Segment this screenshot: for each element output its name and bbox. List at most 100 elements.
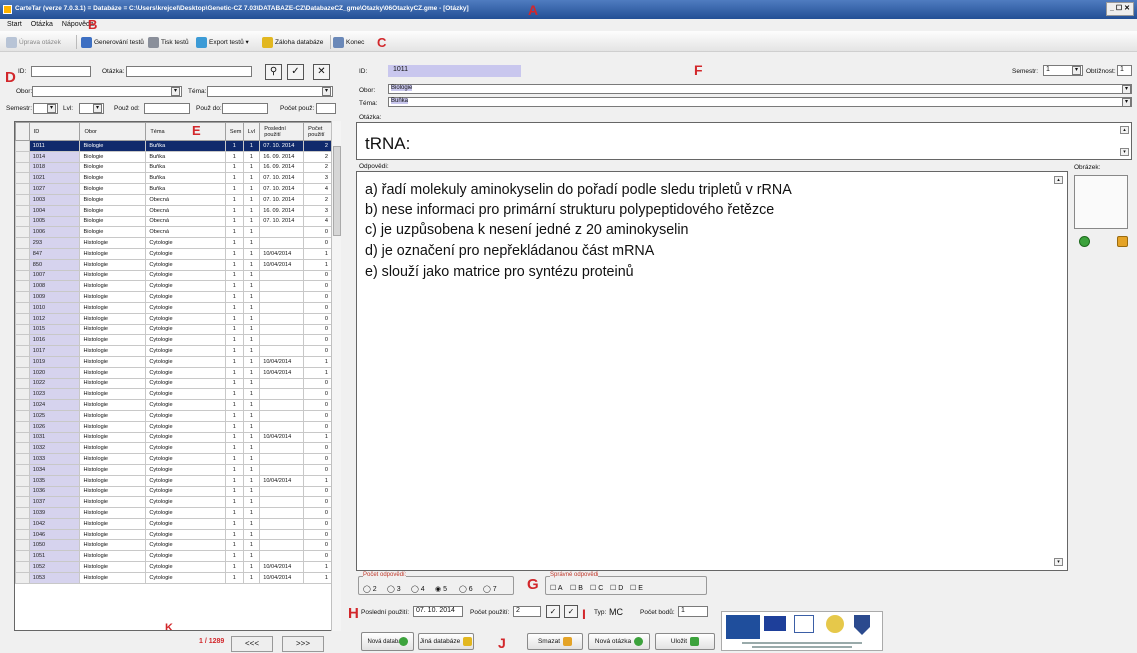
table-row[interactable]: 1007 Histologie Cytologie 1 1 0	[15, 269, 333, 282]
table-row[interactable]: 1039 Histologie Cytologie 1 1 0	[15, 507, 333, 519]
edit-questions-button[interactable]: Úprava otázek	[6, 36, 61, 48]
row-selector[interactable]	[15, 323, 30, 336]
scroll-down-icon[interactable]: ▾	[1054, 558, 1063, 566]
question-textarea[interactable]: tRNA: ▴ ▾	[356, 122, 1132, 160]
row-selector[interactable]	[15, 571, 30, 584]
row-selector[interactable]	[15, 258, 30, 271]
row-selector[interactable]	[15, 312, 30, 325]
chevron-down-icon[interactable]: ▾	[47, 104, 56, 113]
filter-usage-count-input[interactable]	[316, 103, 336, 114]
answers-textarea[interactable]: a) řadí molekuly aminokyselin do pořadí …	[356, 171, 1068, 571]
table-row[interactable]: 1035 Histologie Cytologie 1 1 10/04/2014 1	[15, 474, 333, 487]
table-row[interactable]: 1008 Histologie Cytologie 1 1 0	[15, 280, 333, 293]
row-selector[interactable]	[15, 377, 30, 390]
table-row[interactable]: 1003 Biologie Obecná 1 1 07. 10. 2014 2	[15, 193, 333, 206]
table-row[interactable]: 1037 Histologie Cytologie 1 1 0	[15, 496, 333, 509]
table-row[interactable]: 1012 Histologie Cytologie 1 1 0	[15, 312, 333, 325]
last-used-field[interactable]: 07. 10. 2014	[413, 606, 463, 617]
scroll-up-icon[interactable]: ▴	[1120, 126, 1129, 134]
table-row[interactable]: 1004 Biologie Obecná 1 1 16. 09. 2014 3	[15, 204, 333, 217]
row-selector[interactable]	[15, 172, 30, 185]
column-header[interactable]: Počet použití	[303, 122, 333, 141]
table-row[interactable]: 1022 Histologie Cytologie 1 1 0	[15, 377, 333, 390]
table-row[interactable]: 1005 Biologie Obecná 1 1 07. 10. 2014 4	[15, 215, 333, 228]
row-selector[interactable]	[15, 345, 30, 357]
other-database-button[interactable]: Jiná databáze	[418, 633, 474, 650]
row-selector[interactable]	[15, 453, 30, 465]
row-selector[interactable]	[15, 291, 30, 303]
exit-button[interactable]: Konec	[333, 36, 364, 48]
table-row[interactable]: 1017 Histologie Cytologie 1 1 0	[15, 345, 333, 357]
apply-filter-check-icon[interactable]: ✓	[287, 64, 304, 80]
row-selector[interactable]	[15, 496, 30, 509]
detail-difficulty-combo[interactable]: 1	[1117, 65, 1132, 76]
previous-page-button[interactable]: <<<	[231, 636, 273, 652]
table-scrollbar[interactable]	[331, 121, 341, 631]
table-row[interactable]: 1033 Histologie Cytologie 1 1 0	[15, 453, 333, 465]
table-row[interactable]: 1025 Histologie Cytologie 1 1 0	[15, 409, 333, 422]
row-selector[interactable]	[15, 463, 30, 476]
table-row[interactable]: 1021 Biologie Buňka 1 1 07. 10. 2014 3	[15, 172, 333, 185]
table-row[interactable]: 1027 Biologie Buňka 1 1 07. 10. 2014 4	[15, 183, 333, 195]
chevron-down-icon[interactable]: ▾	[1072, 66, 1081, 75]
table-row[interactable]: 1015 Histologie Cytologie 1 1 0	[15, 323, 333, 336]
correct-answer-checkbox[interactable]: ☐ A	[550, 584, 563, 592]
scroll-down-icon[interactable]: ▾	[1120, 148, 1129, 156]
column-header[interactable]: Sem	[224, 122, 244, 141]
answer-count-option[interactable]: ◯ 2	[363, 585, 377, 593]
save-button[interactable]: Uložit	[655, 633, 715, 650]
clear-filter-close-icon[interactable]: ✕	[313, 64, 330, 80]
row-selector[interactable]	[15, 550, 30, 563]
detail-topic-combo[interactable]: Buňka	[388, 97, 1132, 107]
table-row[interactable]: 1023 Histologie Cytologie 1 1 0	[15, 388, 333, 401]
export-tests-button[interactable]: Export testů ▾	[196, 36, 249, 48]
filter-used-to-input[interactable]	[222, 103, 268, 114]
table-row[interactable]: 1034 Histologie Cytologie 1 1 0	[15, 463, 333, 476]
search-icon[interactable]: ⚲	[265, 64, 282, 80]
row-selector[interactable]	[15, 431, 30, 444]
answer-count-option-selected[interactable]: ◉ 5	[435, 585, 447, 593]
filter-id-input[interactable]	[31, 66, 91, 77]
table-row[interactable]: 1014 Biologie Buňka 1 1 16. 09. 2014 2	[15, 150, 333, 163]
row-selector[interactable]	[15, 442, 30, 455]
column-header[interactable]: Obor	[79, 122, 147, 141]
chevron-down-icon[interactable]: ▾	[1122, 85, 1131, 94]
row-selector[interactable]	[15, 561, 30, 573]
chevron-down-icon[interactable]: ▾	[322, 87, 331, 96]
column-header[interactable]: Lvl	[242, 122, 261, 141]
chevron-down-icon[interactable]: ▾	[1122, 98, 1131, 107]
correct-answer-checkbox[interactable]: ☐ B	[570, 584, 583, 592]
row-selector[interactable]	[15, 193, 30, 206]
row-selector[interactable]	[15, 280, 30, 293]
row-selector[interactable]	[15, 399, 30, 411]
table-row[interactable]: 1010 Histologie Cytologie 1 1 0	[15, 301, 333, 314]
table-row[interactable]: 1024 Histologie Cytologie 1 1 0	[15, 399, 333, 411]
table-row[interactable]: 1053 Histologie Cytologie 1 1 10/04/2014 1	[15, 571, 333, 584]
table-row[interactable]: 1018 Biologie Buňka 1 1 16. 09. 2014 2	[15, 161, 333, 174]
correct-answer-checkbox[interactable]: ☐ D	[610, 584, 623, 592]
table-row[interactable]: 1020 Histologie Cytologie 1 1 10/04/2014 1	[15, 366, 333, 379]
row-selector[interactable]	[15, 355, 30, 368]
usage-count-field[interactable]: 2	[513, 606, 541, 617]
row-selector[interactable]	[15, 474, 30, 487]
row-selector[interactable]	[15, 334, 30, 347]
row-selector[interactable]	[15, 517, 30, 530]
answer-count-option[interactable]: ◯ 6	[459, 585, 473, 593]
filter-topic-combo[interactable]	[207, 86, 333, 97]
scrollbar-thumb[interactable]	[333, 146, 341, 236]
row-selector[interactable]	[15, 388, 30, 401]
confirm-check-icon[interactable]: ✓	[546, 605, 560, 618]
filter-question-input[interactable]	[126, 66, 252, 77]
row-selector[interactable]	[15, 269, 30, 282]
answer-count-option[interactable]: ◯ 3	[387, 585, 401, 593]
menu-question[interactable]: Otázka	[31, 21, 53, 28]
correct-answer-checkbox[interactable]: ☐ E	[630, 584, 643, 592]
row-selector[interactable]	[15, 420, 30, 433]
next-page-button[interactable]: >>>	[282, 636, 324, 652]
row-selector[interactable]	[15, 215, 30, 228]
row-selector[interactable]	[15, 150, 30, 163]
table-row[interactable]: 850 Histologie Cytologie 1 1 10/04/2014 1	[15, 258, 333, 271]
row-selector[interactable]	[15, 301, 30, 314]
table-row[interactable]: 1042 Histologie Cytologie 1 1 0	[15, 517, 333, 530]
table-row[interactable]: 847 Histologie Cytologie 1 1 10/04/2014 1	[15, 247, 333, 260]
